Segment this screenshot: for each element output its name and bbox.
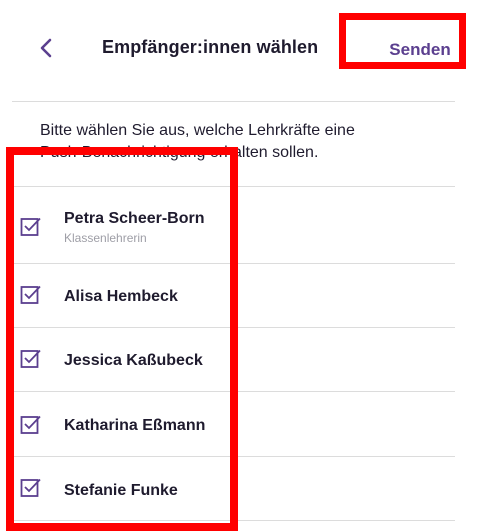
checkbox-checked-icon[interactable]	[20, 477, 42, 499]
chevron-left-icon	[40, 38, 52, 58]
checkbox-checked-icon[interactable]	[20, 348, 42, 370]
recipient-item[interactable]: Jessica Kaßubeck	[0, 328, 477, 388]
page-title: Empfänger:innen wählen	[102, 37, 319, 57]
send-button[interactable]: Senden	[370, 30, 470, 70]
row-divider	[12, 520, 455, 521]
checkbox-checked-icon[interactable]	[20, 284, 42, 306]
recipient-name: Petra Scheer-Born	[64, 210, 205, 227]
recipient-name: Jessica Kaßubeck	[64, 352, 203, 369]
checkbox-checked-icon[interactable]	[20, 216, 42, 238]
recipient-name: Stefanie Funke	[64, 482, 178, 499]
instructions-line-1: Bitte wählen Sie aus, welche Lehrkräfte …	[40, 122, 355, 139]
recipient-name: Katharina Eßmann	[64, 417, 206, 434]
recipient-item[interactable]: Stefanie Funke	[0, 457, 477, 517]
checkbox-checked-icon[interactable]	[20, 414, 42, 436]
instructions-text: Bitte wählen Sie aus, welche Lehrkräfte …	[40, 120, 460, 164]
recipient-item[interactable]: Alisa Hembeck	[0, 264, 477, 324]
header-divider	[12, 101, 455, 102]
list-top-divider	[12, 186, 455, 187]
recipient-item[interactable]: Petra Scheer-Born Klassenlehrerin	[0, 200, 477, 260]
recipient-name: Alisa Hembeck	[64, 288, 178, 305]
back-button[interactable]	[34, 30, 58, 66]
instructions-line-2: Push-Benachrichtigung erhalten sollen.	[40, 144, 319, 161]
header-bar: Empfänger:innen wählen Senden	[0, 0, 477, 100]
recipient-item[interactable]: Katharina Eßmann	[0, 392, 477, 452]
recipient-role: Klassenlehrerin	[64, 231, 147, 245]
